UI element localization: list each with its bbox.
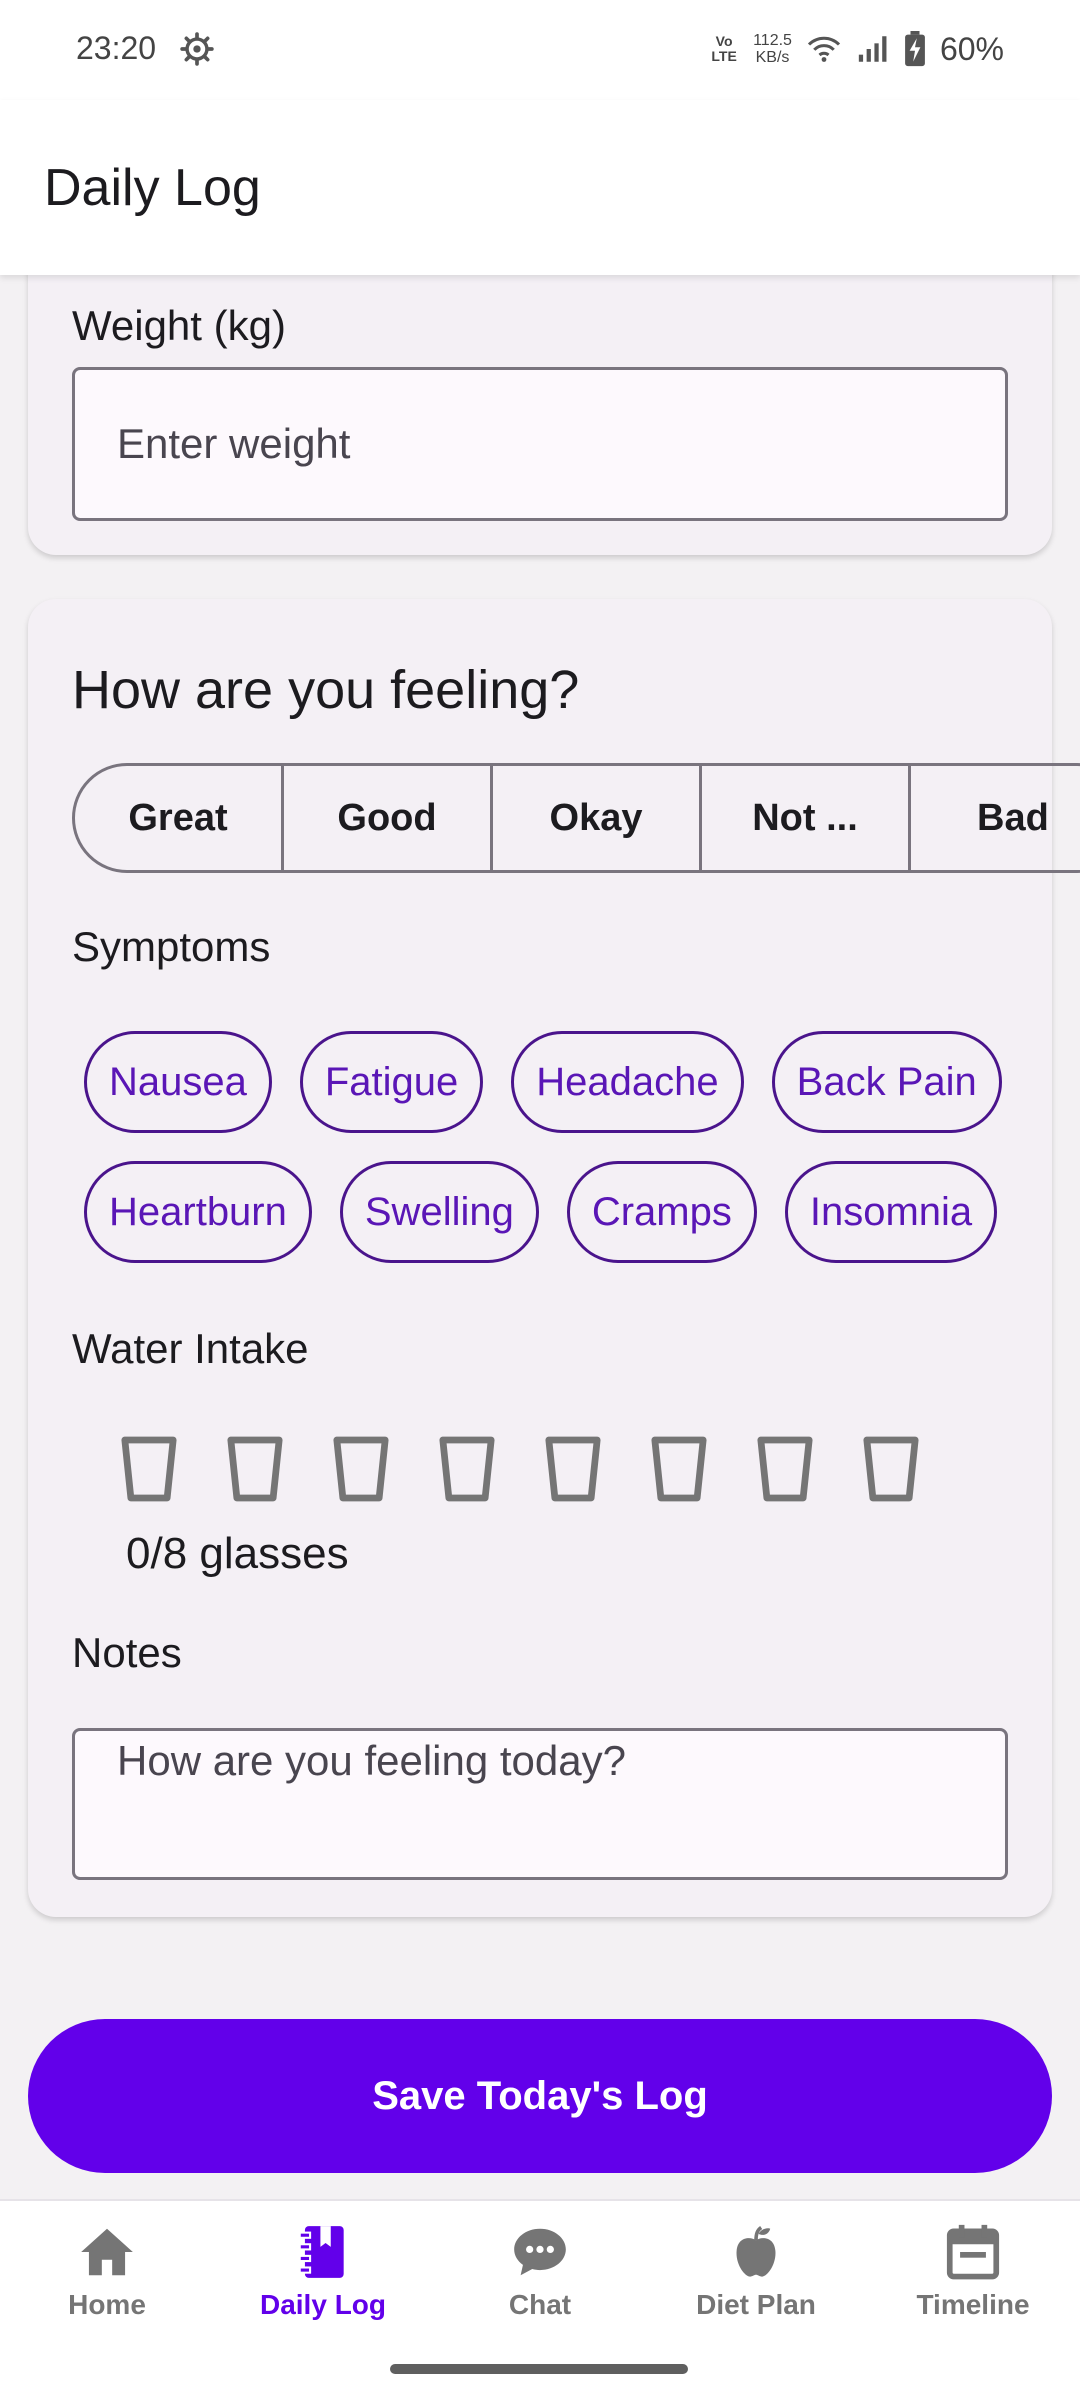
mood-option-great[interactable]: Great [75,766,284,870]
status-time: 23:20 [76,30,157,66]
water-glass-icon[interactable] [120,1435,178,1503]
symptom-chip-nausea[interactable]: Nausea [84,1031,272,1133]
scroll-content[interactable]: Weight (kg) Enter weight How are you fee… [0,275,1080,2199]
journal-icon [298,2226,344,2278]
weight-input-placeholder: Enter weight [117,420,351,467]
symptom-chip-back-pain[interactable]: Back Pain [771,1031,1002,1133]
status-icons: Vo LTE 112.5 KB/s 60% [709,26,1004,72]
water-glasses-count: 0/8 glasses [126,1529,349,1578]
mood-segmented-control[interactable]: Great Good Okay Not ... Bad [72,763,1080,873]
symptom-chip-swelling[interactable]: Swelling [339,1161,539,1263]
water-glass-icon[interactable] [226,1435,284,1503]
symptoms-label: Symptoms [72,923,271,970]
weight-card: Weight (kg) Enter weight [28,275,1052,555]
nav-label-chat: Chat [508,2289,572,2320]
water-glass-icon[interactable] [650,1435,708,1503]
mood-option-good[interactable]: Good [284,766,493,870]
battery-charging-icon [905,31,925,67]
notes-label: Notes [72,1629,182,1676]
home-indicator[interactable] [390,2364,688,2374]
page-title: Daily Log [44,159,261,217]
symptom-chip-heartburn[interactable]: Heartburn [84,1161,312,1263]
water-glass-icon[interactable] [438,1435,496,1503]
apple-icon [736,2225,776,2277]
status-bar: 23:20 Vo LTE 112.5 KB/s 60% [0,0,1080,100]
cell-signal-icon [858,36,887,62]
weight-input[interactable]: Enter weight [72,367,1008,521]
mood-option-not-good[interactable]: Not ... [702,766,911,870]
water-intake-label: Water Intake [72,1325,309,1372]
battery-percentage: 60% [939,30,1004,67]
nav-label-home: Home [68,2289,146,2320]
network-speed-value: 112.5 [753,32,792,49]
notes-input[interactable]: How are you feeling today? [72,1728,1008,1880]
nav-label-daily-log: Daily Log [259,2289,386,2320]
mood-option-bad[interactable]: Bad [911,766,1080,870]
chat-bubble-icon [514,2228,566,2276]
water-glass-icon[interactable] [756,1435,814,1503]
water-glasses [120,1435,920,1503]
nav-item-daily-log[interactable]: Daily Log [223,2221,423,2321]
volte-indicator: Vo LTE [711,33,737,64]
top-app-bar: Daily Log [0,100,1080,275]
settings-gear-icon [180,32,214,66]
symptom-chip-cramps[interactable]: Cramps [566,1161,757,1263]
notes-input-placeholder: How are you feeling today? [117,1737,626,1784]
water-glass-icon[interactable] [862,1435,920,1503]
water-glass-icon[interactable] [544,1435,602,1503]
network-speed: 112.5 KB/s [753,32,792,66]
nav-label-timeline: Timeline [916,2289,1030,2320]
symptom-chip-headache[interactable]: Headache [511,1031,744,1133]
mood-option-okay[interactable]: Okay [493,766,702,870]
mood-card: How are you feeling? Great Good Okay Not… [28,599,1080,1917]
save-log-button[interactable]: Save Today's Log [28,2019,1052,2173]
weight-label: Weight (kg) [72,302,286,349]
nav-item-home[interactable]: Home [7,2221,207,2321]
nav-item-timeline[interactable]: Timeline [873,2221,1073,2321]
symptom-chip-insomnia[interactable]: Insomnia [784,1161,998,1263]
calendar-icon [946,2224,1000,2280]
wifi-icon [807,36,841,62]
nav-item-diet-plan[interactable]: Diet Plan [656,2221,856,2321]
network-speed-unit: KB/s [755,49,790,66]
symptom-chip-fatigue[interactable]: Fatigue [299,1031,484,1133]
home-icon [81,2228,133,2276]
nav-item-chat[interactable]: Chat [440,2221,640,2321]
water-glass-icon[interactable] [332,1435,390,1503]
nav-label-diet-plan: Diet Plan [696,2289,816,2320]
symptom-chips: Nausea Fatigue Headache Back Pain Heartb… [84,1031,1044,1263]
mood-title: How are you feeling? [72,660,580,720]
